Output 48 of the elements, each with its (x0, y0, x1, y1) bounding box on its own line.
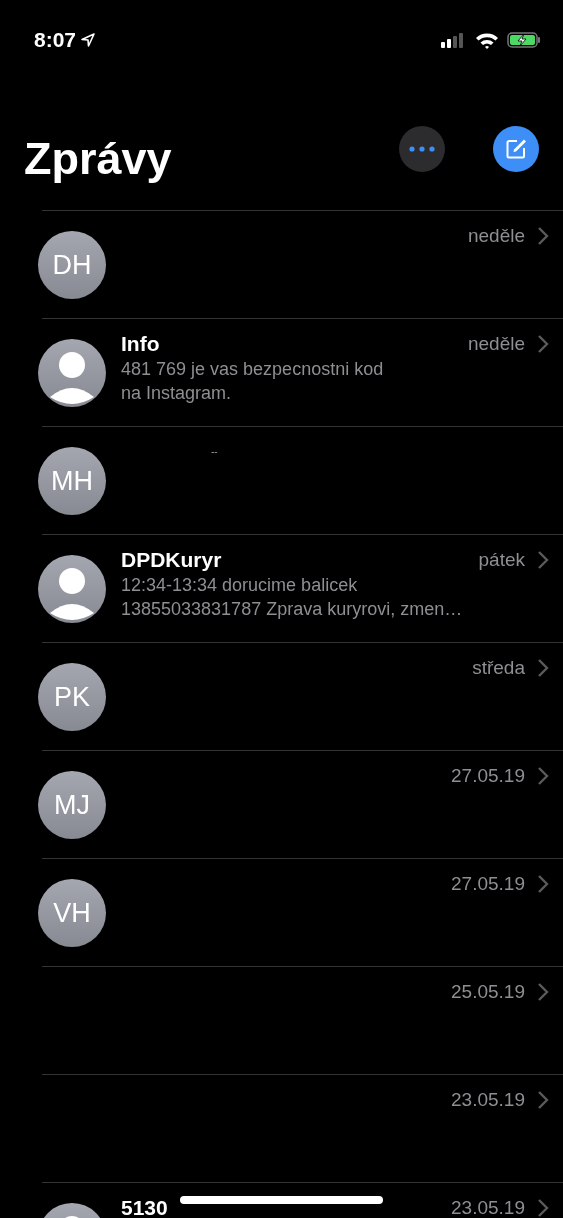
chevron-icon (537, 982, 549, 1002)
message-date: 25.05.19 (451, 980, 525, 1004)
conversation-row[interactable]: DH neděle (42, 210, 563, 318)
conversation-row[interactable]: MH -- (42, 426, 563, 534)
message-date: 27.05.19 (451, 764, 525, 788)
message-preview: na Instagram. (121, 382, 233, 405)
status-time: 8:07 (34, 27, 77, 54)
chevron-icon (537, 766, 549, 786)
avatar: MH (38, 447, 106, 515)
conversation-row[interactable]: 25.05.19 (42, 966, 563, 1074)
chevron-icon (537, 1090, 549, 1110)
message-date: neděle (467, 332, 525, 356)
battery-charging-icon (507, 32, 541, 48)
contact-name: 5130 (121, 1195, 168, 1218)
conversation-row[interactable]: MJ 27.05.19 (42, 750, 563, 858)
conversation-row[interactable]: Info neděle 481 769 je vas bezpecnostni kod na Instagram. (42, 318, 563, 426)
wifi-icon (475, 31, 499, 49)
chevron-icon (537, 226, 549, 246)
compose-button[interactable] (493, 126, 539, 172)
chevron-icon (537, 658, 549, 678)
message-date: 23.05.19 (451, 1088, 525, 1112)
more-button[interactable] (399, 126, 445, 172)
contact-name: Info (121, 331, 160, 357)
message-date: 27.05.19 (451, 872, 525, 896)
chevron-icon (537, 550, 549, 570)
avatar: PK (38, 663, 106, 731)
avatar: MJ (38, 771, 106, 839)
conversation-row[interactable]: PK středa (42, 642, 563, 750)
message-preview: 481 769 je vas bezpecnostni kod (121, 358, 385, 381)
chevron-icon (537, 874, 549, 894)
avatar: DH (38, 231, 106, 299)
message-date: neděle (467, 224, 525, 248)
compose-icon (505, 138, 527, 160)
conversation-row[interactable]: DPDKuryr pátek 12:34-13:34 dorucime balicek 13855033831787 Zprava kuryrovi, zmen… (42, 534, 563, 642)
chevron-icon (537, 1198, 549, 1218)
message-date: středa (472, 656, 525, 680)
more-icon (409, 146, 435, 152)
chevron-icon (537, 334, 549, 354)
message-preview: 12:34-13:34 dorucime balicek (121, 574, 359, 597)
message-date: 23.05.19 (451, 1196, 525, 1218)
conversation-row[interactable]: VH 27.05.19 (42, 858, 563, 966)
contact-name: DPDKuryr (121, 547, 222, 573)
screen-title: Zprávy (24, 136, 172, 181)
contact-name: -- (211, 445, 218, 459)
conversation-row[interactable]: 23.05.19 (42, 1074, 563, 1182)
message-preview: 13855033831787 Zprava kuryrovi, zmen… (121, 598, 464, 621)
avatar: VH (38, 879, 106, 947)
message-date: pátek (478, 548, 525, 572)
